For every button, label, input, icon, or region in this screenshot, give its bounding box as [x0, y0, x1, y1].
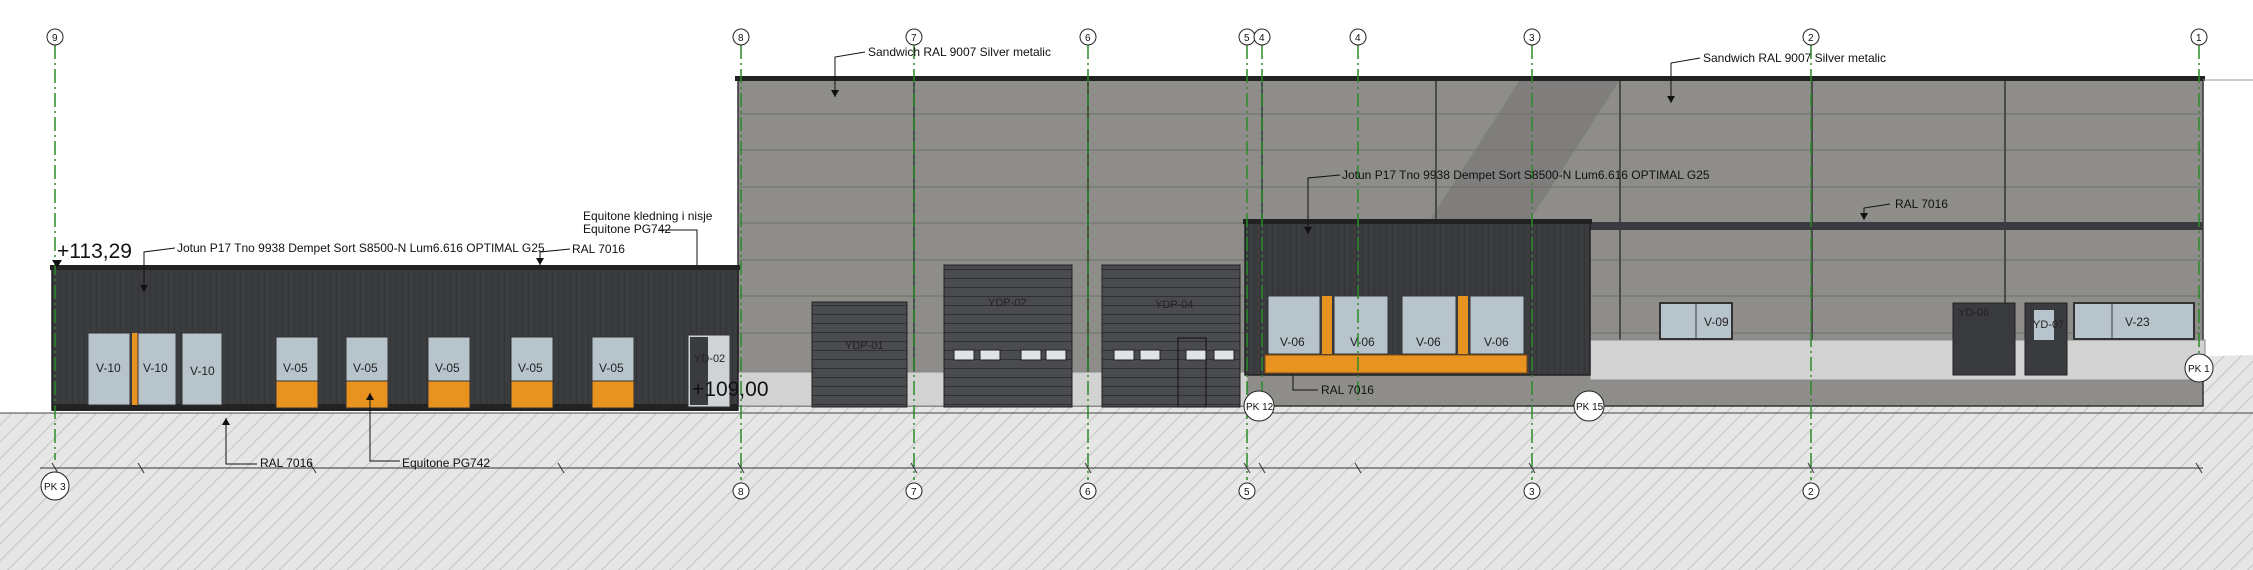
- window-v09-label: V-09: [1704, 315, 1729, 329]
- label-equitone-bottom: Equitone PG742: [402, 456, 490, 470]
- window-v05-4: V-05: [518, 361, 543, 375]
- hall-roof-edge: [735, 76, 2205, 81]
- facade-elevation-drawing: V-10 V-10 V-10 V-05 V-05 V-05 V-05 V-05 …: [0, 28, 2253, 570]
- grid-axis-6-bottom: 6: [1085, 487, 1091, 498]
- window-v23-label: V-23: [2125, 315, 2150, 329]
- plinth-right: [1589, 339, 2206, 381]
- window-v05-3: V-05: [435, 361, 460, 375]
- window-v10-1: V-10: [96, 361, 121, 375]
- door-ydp04-label: YDP-04: [1155, 299, 1194, 311]
- mid-annex-roof: [1243, 219, 1592, 224]
- grid-axis-2-bottom: 2: [1808, 487, 1814, 498]
- grid-axis-3: 3: [1529, 33, 1535, 44]
- label-sandwich-left: Sandwich RAL 9007 Silver metalic: [868, 45, 1051, 59]
- mid-annex-orange-band: [1264, 354, 1528, 374]
- label-ral-bottom-left: RAL 7016: [260, 456, 313, 470]
- label-jotun-left: Jotun P17 Tno 9938 Dempet Sort S8500-N L…: [177, 241, 545, 255]
- window-v05-2: V-05: [353, 361, 378, 375]
- grid-axis-4b: 4: [1355, 33, 1361, 44]
- door-ydp01: [811, 301, 908, 408]
- grid-axis-8-bottom: 8: [738, 487, 744, 498]
- window-v06-4: V-06: [1484, 335, 1509, 349]
- level-ground: +109,00: [692, 378, 769, 401]
- label-ral-roof-left: RAL 7016: [572, 242, 625, 256]
- label-ral-bottom-mid: RAL 7016: [1321, 383, 1374, 397]
- canopy-band: [1590, 222, 2203, 230]
- door-ydp02: [943, 264, 1073, 408]
- door-ydp04: [1101, 264, 1241, 408]
- section-marker-pk12: PK 12: [1246, 402, 1274, 413]
- label-sandwich-right: Sandwich RAL 9007 Silver metalic: [1703, 51, 1886, 65]
- grid-axis-6: 6: [1085, 33, 1091, 44]
- door-ydp01-label: YDP-01: [845, 340, 884, 352]
- label-jotun-right: Jotun P17 Tno 9938 Dempet Sort S8500-N L…: [1342, 168, 1710, 182]
- section-marker-pk3: PK 3: [44, 482, 66, 493]
- window-v10-3: V-10: [190, 364, 215, 378]
- grid-axis-7-bottom: 7: [911, 487, 917, 498]
- label-ral-right: RAL 7016: [1895, 197, 1948, 211]
- grid-axis-2: 2: [1808, 33, 1814, 44]
- window-v06-3: V-06: [1416, 335, 1441, 349]
- grid-axis-5: 5: [1244, 33, 1250, 44]
- level-top: +113,29: [57, 240, 132, 263]
- grid-axis-5-bottom: 5: [1244, 487, 1250, 498]
- grid-axis-1: 1: [2196, 33, 2202, 44]
- grid-axis-8: 8: [738, 33, 744, 44]
- grid-axis-3-bottom: 3: [1529, 487, 1535, 498]
- door-ydp02-label: YDP-02: [988, 297, 1027, 309]
- grid-axis-9: 9: [52, 33, 58, 44]
- door-yd07-label: YD-07: [2033, 319, 2064, 331]
- grid-bubbles-top: [46, 28, 2208, 46]
- left-roof-edge: [50, 265, 740, 270]
- window-v06-1: V-06: [1280, 335, 1305, 349]
- window-v05-5: V-05: [599, 361, 624, 375]
- label-equitone-line1: Equitone kledning i nisje: [583, 209, 713, 223]
- window-v06-2: V-06: [1350, 335, 1375, 349]
- label-equitone-line2: Equitone PG742: [583, 222, 671, 236]
- section-marker-pk15: PK 15: [1576, 402, 1604, 413]
- window-v10-2: V-10: [143, 361, 168, 375]
- grid-axis-7: 7: [911, 33, 917, 44]
- door-yd02-label: YD-02: [694, 353, 725, 365]
- door-yd06-label: YD-06: [1958, 307, 1989, 319]
- grid-axis-4a: 4: [1259, 33, 1265, 44]
- window-v05-1: V-05: [283, 361, 308, 375]
- section-marker-pk1: PK 1: [2188, 364, 2210, 375]
- ground-hatch: [0, 413, 2253, 570]
